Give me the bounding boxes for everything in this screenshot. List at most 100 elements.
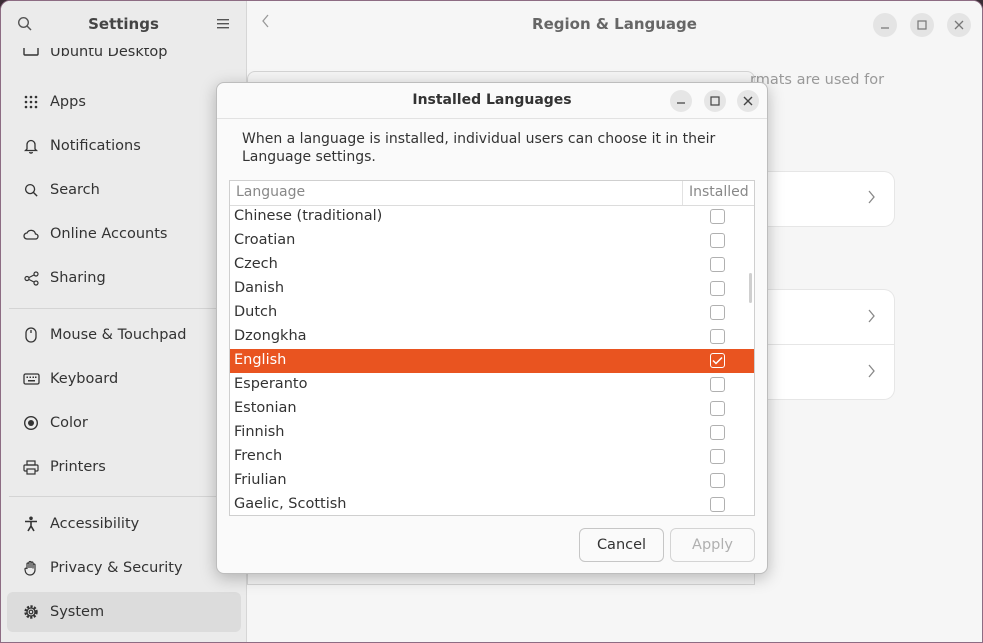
language-name: Czech bbox=[234, 256, 278, 272]
language-row[interactable]: Esperanto bbox=[230, 373, 754, 397]
cancel-button[interactable]: Cancel bbox=[579, 528, 664, 562]
hamburger-icon bbox=[217, 19, 229, 29]
chevron-right-icon bbox=[868, 189, 876, 208]
maximize-icon bbox=[710, 96, 720, 106]
language-name: Dzongkha bbox=[234, 328, 307, 344]
language-row[interactable]: English bbox=[230, 349, 754, 373]
installed-checkbox[interactable] bbox=[710, 233, 725, 248]
language-row[interactable]: Czech bbox=[230, 253, 754, 277]
formats-description: rmats are used for bbox=[750, 72, 885, 88]
dialog-maximize-button[interactable] bbox=[704, 90, 726, 112]
language-row[interactable]: Croatian bbox=[230, 229, 754, 253]
chevron-right-icon bbox=[868, 363, 876, 382]
language-row[interactable]: Gaelic, Scottish bbox=[230, 493, 754, 515]
language-list[interactable]: Language Installed Chinese (traditional)… bbox=[229, 180, 755, 516]
apps-grid-icon bbox=[20, 95, 42, 109]
installed-checkbox[interactable] bbox=[710, 209, 725, 224]
maximize-icon bbox=[917, 20, 927, 30]
minimize-button[interactable] bbox=[873, 13, 897, 37]
sidebar-item-label: Sharing bbox=[50, 270, 106, 286]
sidebar-header: Settings bbox=[1, 1, 246, 48]
keyboard-icon bbox=[20, 373, 42, 385]
page-title: Region & Language bbox=[532, 15, 697, 33]
column-header-language[interactable]: Language bbox=[236, 184, 305, 200]
installed-checkbox[interactable] bbox=[710, 305, 725, 320]
installed-checkbox[interactable] bbox=[710, 401, 725, 416]
language-row[interactable]: French bbox=[230, 445, 754, 469]
menu-button[interactable] bbox=[213, 13, 235, 35]
list-scrollbar[interactable] bbox=[749, 273, 752, 303]
language-name: Esperanto bbox=[234, 376, 308, 392]
sidebar-item-ubuntu-desktop[interactable]: Ubuntu Desktop bbox=[7, 48, 241, 72]
language-name: Gaelic, Scottish bbox=[234, 496, 347, 512]
close-button[interactable] bbox=[947, 13, 971, 37]
language-name: Dutch bbox=[234, 304, 278, 320]
desktop-icon bbox=[20, 48, 42, 60]
sidebar-item-color[interactable]: Color bbox=[7, 403, 241, 443]
sidebar-item-label: Mouse & Touchpad bbox=[50, 327, 187, 343]
language-card[interactable] bbox=[755, 172, 894, 226]
sidebar-separator bbox=[9, 496, 245, 497]
dialog-close-button[interactable] bbox=[737, 90, 759, 112]
formats-card bbox=[755, 290, 894, 399]
column-header-installed[interactable]: Installed bbox=[689, 184, 749, 200]
sidebar-item-accessibility[interactable]: Accessibility bbox=[7, 504, 241, 544]
language-row[interactable]: Dzongkha bbox=[230, 325, 754, 349]
apply-button[interactable]: Apply bbox=[670, 528, 755, 562]
minimize-icon bbox=[677, 102, 685, 104]
search-icon bbox=[20, 183, 42, 198]
sidebar-item-search[interactable]: Search bbox=[7, 170, 241, 210]
close-icon bbox=[954, 20, 964, 30]
sidebar-item-online-accounts[interactable]: Online Accounts bbox=[7, 214, 241, 254]
installed-checkbox[interactable] bbox=[710, 473, 725, 488]
language-row[interactable]: Friulian bbox=[230, 469, 754, 493]
language-row[interactable]: Finnish bbox=[230, 421, 754, 445]
language-row[interactable]: Chinese (traditional) bbox=[230, 205, 754, 229]
sidebar-title: Settings bbox=[88, 15, 159, 33]
sidebar-item-notifications[interactable]: Notifications bbox=[7, 126, 241, 166]
sidebar-item-label: System bbox=[50, 604, 105, 620]
sidebar: Settings Ubuntu Desktop Apps Notificatio… bbox=[1, 1, 247, 642]
sidebar-item-label: Search bbox=[50, 182, 100, 198]
sidebar-item-sharing[interactable]: Sharing bbox=[7, 258, 241, 298]
installed-checkbox[interactable] bbox=[710, 449, 725, 464]
sidebar-item-privacy-security[interactable]: Privacy & Security bbox=[7, 548, 241, 588]
accessibility-icon bbox=[20, 516, 42, 532]
sidebar-item-label: Printers bbox=[50, 459, 106, 475]
dialog-minimize-button[interactable] bbox=[670, 90, 692, 112]
main-header: Region & Language bbox=[247, 1, 982, 48]
chevron-right-icon bbox=[868, 308, 876, 327]
checkmark-icon bbox=[712, 356, 723, 365]
sidebar-item-apps[interactable]: Apps bbox=[7, 82, 241, 122]
installed-checkbox[interactable] bbox=[710, 497, 725, 512]
sidebar-item-label: Notifications bbox=[50, 138, 141, 154]
sidebar-item-printers[interactable]: Printers bbox=[7, 447, 241, 487]
installed-checkbox[interactable] bbox=[710, 353, 725, 368]
language-name: Chinese (traditional) bbox=[234, 208, 383, 224]
sidebar-item-keyboard[interactable]: Keyboard bbox=[7, 359, 241, 399]
language-row[interactable]: Estonian bbox=[230, 397, 754, 421]
sidebar-item-system[interactable]: System bbox=[7, 592, 241, 632]
settings-window: Settings Ubuntu Desktop Apps Notificatio… bbox=[0, 0, 983, 643]
language-name: Estonian bbox=[234, 400, 297, 416]
installed-checkbox[interactable] bbox=[710, 329, 725, 344]
language-name: French bbox=[234, 448, 283, 464]
installed-checkbox[interactable] bbox=[710, 281, 725, 296]
sidebar-item-mouse-touchpad[interactable]: Mouse & Touchpad bbox=[7, 315, 241, 355]
sidebar-item-label: Apps bbox=[50, 94, 86, 110]
language-name: English bbox=[234, 352, 287, 368]
sidebar-item-label: Online Accounts bbox=[50, 226, 168, 242]
language-name: Danish bbox=[234, 280, 285, 296]
maximize-button[interactable] bbox=[910, 13, 934, 37]
sidebar-item-label: Privacy & Security bbox=[50, 560, 183, 576]
language-row[interactable]: Dutch bbox=[230, 301, 754, 325]
language-row[interactable]: Danish bbox=[230, 277, 754, 301]
sidebar-item-label: Ubuntu Desktop bbox=[50, 48, 168, 60]
sidebar-list[interactable]: Ubuntu Desktop Apps Notifications Search bbox=[1, 48, 246, 642]
installed-checkbox[interactable] bbox=[710, 425, 725, 440]
close-icon bbox=[743, 96, 753, 106]
bell-icon bbox=[20, 138, 42, 154]
list-header: Language Installed bbox=[230, 181, 754, 206]
installed-checkbox[interactable] bbox=[710, 257, 725, 272]
installed-checkbox[interactable] bbox=[710, 377, 725, 392]
